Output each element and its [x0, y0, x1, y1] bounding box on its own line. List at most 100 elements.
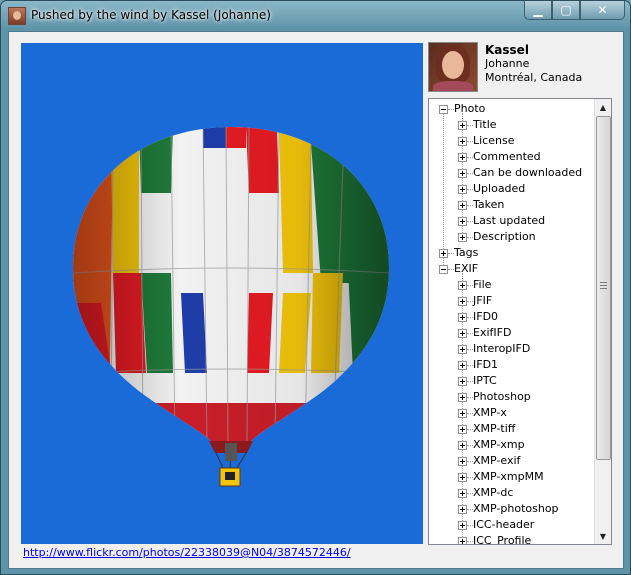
tree-node[interactable]: Description — [429, 229, 595, 245]
tree-node[interactable]: XMP-x — [429, 405, 595, 421]
expand-icon[interactable] — [458, 537, 467, 544]
tree-node-label: EXIF — [454, 262, 479, 275]
expand-icon[interactable] — [458, 361, 467, 370]
tree-node[interactable]: IFD0 — [429, 309, 595, 325]
tree-node[interactable]: XMP-dc — [429, 485, 595, 501]
owner-realname: Johanne — [485, 57, 530, 70]
tree-node-label: Can be downloaded — [473, 166, 583, 179]
expand-icon[interactable] — [458, 393, 467, 402]
tree-node-label: Commented — [473, 150, 541, 163]
expand-icon[interactable] — [458, 489, 467, 498]
collapse-icon[interactable] — [439, 265, 448, 274]
expand-icon[interactable] — [458, 329, 467, 338]
maximize-button[interactable]: ▢ — [552, 1, 580, 20]
tree-node[interactable]: Taken — [429, 197, 595, 213]
expand-icon[interactable] — [458, 457, 467, 466]
expand-icon[interactable] — [458, 297, 467, 306]
expand-icon[interactable] — [458, 505, 467, 514]
tree-node-label: Tags — [454, 246, 479, 259]
tree-node-label: XMP-dc — [473, 486, 514, 499]
expand-icon[interactable] — [458, 137, 467, 146]
close-button[interactable]: ✕ — [580, 1, 625, 20]
tree-node-label: IFD0 — [473, 310, 499, 323]
expand-icon[interactable] — [458, 185, 467, 194]
tree-node[interactable]: License — [429, 133, 595, 149]
expand-icon[interactable] — [458, 441, 467, 450]
tree-node-label: File — [473, 278, 492, 291]
owner-avatar — [428, 42, 478, 92]
scroll-down-icon[interactable]: ▼ — [595, 528, 611, 544]
expand-icon[interactable] — [458, 425, 467, 434]
minimize-button[interactable]: ▁ — [524, 1, 552, 20]
app-window: Pushed by the wind by Kassel (Johanne) ▁… — [0, 0, 631, 575]
tree-node[interactable]: Last updated — [429, 213, 595, 229]
photo-url-link[interactable]: http://www.flickr.com/photos/22338039@N0… — [23, 546, 351, 559]
client-area: http://www.flickr.com/photos/22338039@N0… — [8, 31, 624, 569]
tree-node[interactable]: IFD1 — [429, 357, 595, 373]
tree-node-label: IPTC — [473, 374, 497, 387]
tree-node-label: Title — [473, 118, 497, 131]
tree-node-label: Photo — [454, 102, 486, 115]
tree-node[interactable]: Can be downloaded — [429, 165, 595, 181]
tree-node[interactable]: XMP-xmpMM — [429, 469, 595, 485]
expand-icon[interactable] — [458, 473, 467, 482]
app-icon[interactable] — [8, 7, 26, 25]
expand-icon[interactable] — [458, 521, 467, 530]
expand-icon[interactable] — [458, 313, 467, 322]
tree-node-label: XMP-x — [473, 406, 507, 419]
expand-icon[interactable] — [458, 233, 467, 242]
tree-node[interactable]: Tags — [429, 245, 595, 261]
expand-icon[interactable] — [458, 409, 467, 418]
tree-node-label: XMP-exif — [473, 454, 521, 467]
tree-node[interactable]: Uploaded — [429, 181, 595, 197]
tree-node[interactable]: XMP-xmp — [429, 437, 595, 453]
tree-node[interactable]: JFIF — [429, 293, 595, 309]
tree-node-label: Taken — [473, 198, 505, 211]
expand-icon[interactable] — [458, 121, 467, 130]
tree-node[interactable]: EXIF — [429, 261, 595, 277]
owner-username: Kassel — [485, 43, 529, 57]
tree-node[interactable]: Title — [429, 117, 595, 133]
expand-icon[interactable] — [458, 377, 467, 386]
scroll-thumb[interactable] — [596, 116, 611, 460]
tree-node-label: XMP-tiff — [473, 422, 516, 435]
expand-icon[interactable] — [458, 217, 467, 226]
tree-node-label: Photoshop — [473, 390, 531, 403]
tree-node[interactable]: XMP-exif — [429, 453, 595, 469]
expand-icon[interactable] — [439, 249, 448, 258]
expand-icon[interactable] — [458, 201, 467, 210]
tree-node[interactable]: IPTC — [429, 373, 595, 389]
tree-node[interactable]: InteropIFD — [429, 341, 595, 357]
metadata-tree[interactable]: Photo Title License Commented Can be downloa… — [428, 98, 612, 545]
tree-node[interactable]: Photo — [429, 101, 595, 117]
tree-node-label: License — [473, 134, 515, 147]
tree-node[interactable]: XMP-photoshop — [429, 501, 595, 517]
tree-node[interactable]: ICC-header — [429, 517, 595, 533]
collapse-icon[interactable] — [439, 105, 448, 114]
expand-icon[interactable] — [458, 169, 467, 178]
tree-node-label: XMP-xmp — [473, 438, 525, 451]
tree-node-label: XMP-xmpMM — [473, 470, 544, 483]
tree-node[interactable]: XMP-tiff — [429, 421, 595, 437]
tree-node[interactable]: ExifIFD — [429, 325, 595, 341]
tree-node-label: JFIF — [473, 294, 493, 307]
photo-view — [21, 43, 423, 544]
tree-scrollbar[interactable]: ▲ ▼ — [594, 99, 611, 544]
tree-node-label: ExifIFD — [473, 326, 512, 339]
expand-icon[interactable] — [458, 345, 467, 354]
tree-node-label: ICC-header — [473, 518, 535, 531]
tree-node[interactable]: Commented — [429, 149, 595, 165]
tree-node[interactable]: Photoshop — [429, 389, 595, 405]
scroll-up-icon[interactable]: ▲ — [595, 99, 611, 115]
title-bar[interactable]: Pushed by the wind by Kassel (Johanne) ▁… — [1, 1, 630, 31]
tree-node-label: Last updated — [473, 214, 546, 227]
window-controls: ▁ ▢ ✕ — [524, 1, 625, 20]
tree-node-label: Description — [473, 230, 536, 243]
tree-node-label: XMP-photoshop — [473, 502, 559, 515]
expand-icon[interactable] — [458, 153, 467, 162]
tree-node-label: IFD1 — [473, 358, 499, 371]
expand-icon[interactable] — [458, 281, 467, 290]
tree-node-label: Uploaded — [473, 182, 526, 195]
tree-node[interactable]: ICC_Profile — [429, 533, 595, 544]
tree-node[interactable]: File — [429, 277, 595, 293]
